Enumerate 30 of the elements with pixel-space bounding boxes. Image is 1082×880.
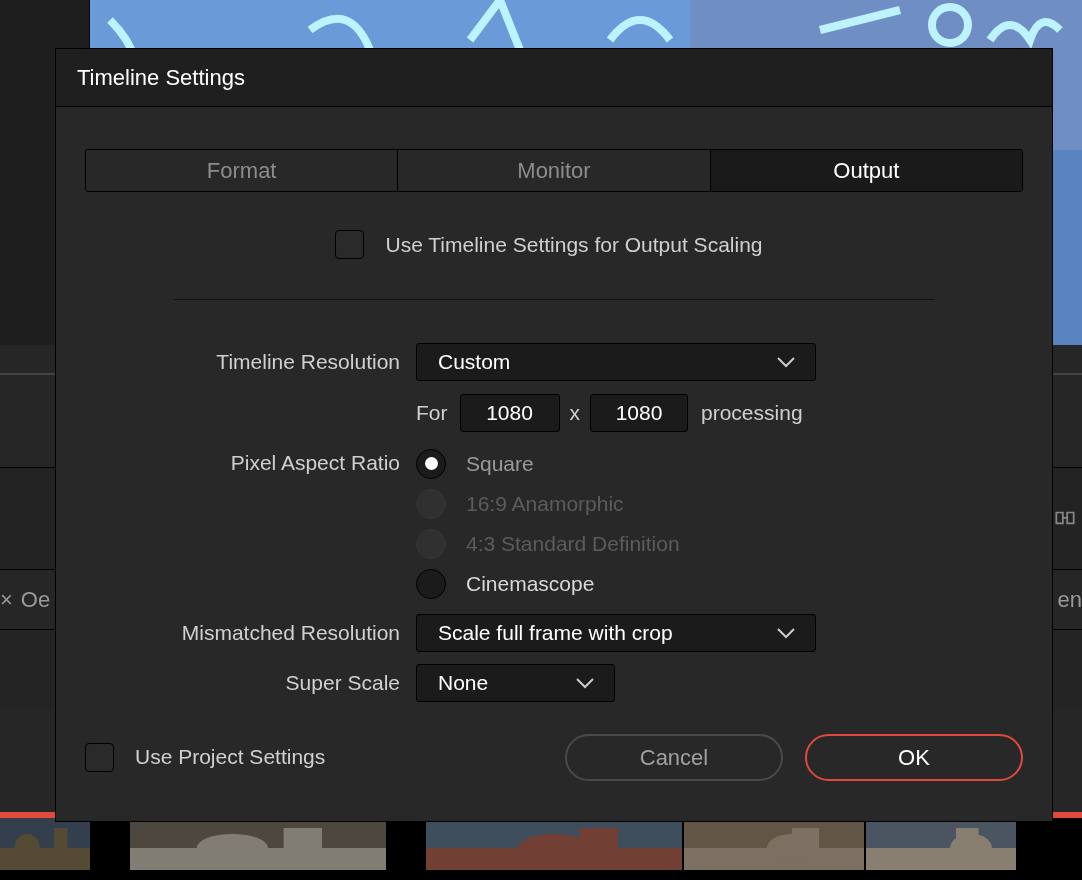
field-label: For: [416, 399, 448, 426]
checkbox-label: Use Project Settings: [135, 744, 326, 771]
chevron-down-icon: [776, 626, 796, 639]
field-label: x: [569, 399, 580, 426]
cancel-button[interactable]: Cancel: [565, 733, 783, 781]
tab-label[interactable]: Oe: [20, 583, 51, 616]
field-label: processing: [701, 399, 803, 426]
field-label: Timeline Resolution: [215, 348, 400, 375]
chevron-down-icon: [776, 355, 796, 368]
checkbox[interactable]: [335, 230, 365, 260]
radio-button[interactable]: [416, 568, 446, 599]
field-label: Super Scale: [284, 669, 400, 696]
radio-button[interactable]: [416, 448, 446, 479]
checkbox-label: Use Timeline Settings for Output Scaling: [385, 232, 763, 258]
radio-label: Cinemascope: [466, 570, 595, 597]
field-label: Pixel Aspect Ratio: [229, 449, 400, 476]
close-icon[interactable]: ×: [0, 583, 13, 616]
radio-label: Square: [466, 450, 534, 477]
dialog-title: Timeline Settings: [77, 64, 245, 92]
number-input[interactable]: 1080: [459, 393, 560, 432]
number-input[interactable]: 1080: [590, 393, 688, 432]
tab[interactable]: Output: [709, 150, 1022, 191]
field-label: Mismatched Resolution: [180, 619, 400, 646]
ok-button[interactable]: OK: [805, 733, 1023, 781]
tab-label[interactable]: en: [1057, 583, 1082, 616]
dropdown[interactable]: Scale full frame with crop: [416, 613, 816, 652]
dropdown[interactable]: None: [416, 663, 615, 702]
chevron-down-icon: [575, 676, 595, 689]
checkbox[interactable]: [85, 742, 114, 772]
dropdown[interactable]: Custom: [416, 342, 816, 381]
